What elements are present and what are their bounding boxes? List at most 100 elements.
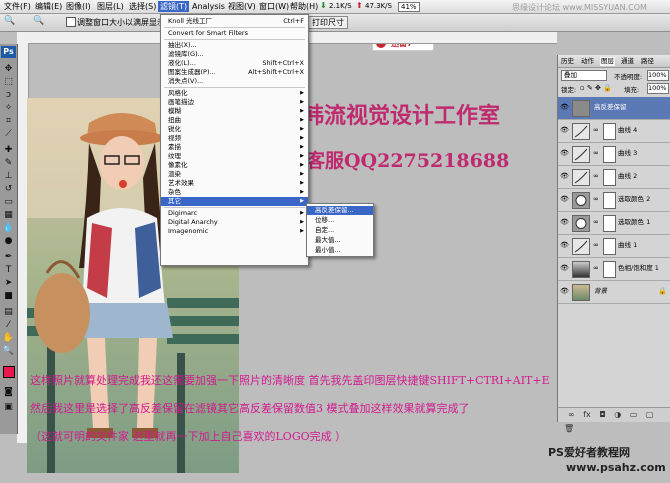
filter-menu-item[interactable]: 液化(L)... Shift+Ctrl+X [161,59,308,68]
zoom-tool-icon[interactable]: 🔍 [2,346,15,357]
filter-menu-item[interactable]: 消失点(V)... [161,77,308,86]
filter-menu-item[interactable]: 像素化 ▶ [161,161,308,170]
filter-menu-item[interactable]: 滤镜库(G)... [161,50,308,59]
submenu-item[interactable]: 位移... [307,216,373,225]
print-size-button[interactable]: 打印尺寸 [308,16,348,29]
submenu-item[interactable]: 最小值... [307,246,373,255]
menu-window[interactable]: 窗口(W) [257,1,291,12]
eye-icon[interactable]: 👁 [560,104,569,111]
filter-menu-item[interactable]: Imagenomic ▶ [161,227,308,236]
filter-menu-item[interactable]: Digimarc ▶ [161,209,308,218]
new-group-icon[interactable]: ▭ [630,410,638,419]
filter-menu-item[interactable]: 抽出(X)... [161,41,308,50]
eye-icon[interactable]: 👁 [560,242,569,249]
layer-row[interactable]: 👁 ∞ 曲线 4 [558,120,670,143]
eye-icon[interactable]: 👁 [560,173,569,180]
submenu-item[interactable]: 自定... [307,226,373,235]
filter-menu-item[interactable]: Digital Anarchy ▶ [161,218,308,227]
mask-link-icon[interactable]: ∞ [593,264,599,272]
eye-icon[interactable]: 👁 [560,196,569,203]
filter-menu-item[interactable]: 画笔描边 ▶ [161,98,308,107]
resize-window-checkbox[interactable] [66,17,76,27]
menu-help[interactable]: 帮助(H) [288,1,320,12]
add-mask-icon[interactable]: ◘ [599,410,605,419]
mask-link-icon[interactable]: ∞ [593,195,599,203]
eye-icon[interactable]: 👁 [560,265,569,272]
quick-mask-icon[interactable]: ◙ [2,387,15,398]
menu-filter[interactable]: 滤镜(T) [158,1,190,12]
layer-row[interactable]: 👁 ∞ 曲线 1 [558,235,670,258]
layer-row[interactable]: 👁 ∞ 色相/饱和度 1 [558,258,670,281]
new-layer-icon[interactable]: ▢ [646,410,654,419]
menu-analysis[interactable]: Analysis [190,1,227,12]
fx-icon[interactable]: fx [583,410,591,419]
foreground-color-swatch[interactable] [3,366,15,378]
tab-channels[interactable]: 通道 [620,57,635,66]
fill-input[interactable]: 100% [647,83,669,94]
gradient-tool-icon[interactable]: ▦ [2,210,15,221]
eye-icon[interactable]: 👁 [560,150,569,157]
filter-menu-item[interactable]: 扭曲 ▶ [161,116,308,125]
eye-icon[interactable]: 👁 [560,127,569,134]
eyedropper-icon[interactable]: ⁄ [2,320,15,331]
menu-select[interactable]: 选择(S) [127,1,158,12]
menu-file[interactable]: 文件(F) [2,1,33,12]
layer-mask-thumbnail[interactable] [603,192,616,209]
notes-tool-icon[interactable]: ▤ [2,307,15,318]
healing-brush-icon[interactable]: ✚ [2,145,15,156]
magic-wand-icon[interactable]: ✧ [2,103,15,114]
filter-menu-item[interactable]: 艺术效果 ▶ [161,179,308,188]
filter-menu-item[interactable]: 其它 ▶ [161,197,308,206]
lock-icons[interactable]: ▫ ✎ ✥ 🔒 [580,84,612,92]
path-selection-icon[interactable]: ➤ [2,278,15,289]
eraser-tool-icon[interactable]: ▭ [2,197,15,208]
pen-tool-icon[interactable]: ✒ [2,252,15,263]
filter-menu-item[interactable]: Convert for Smart Filters [161,29,308,38]
mask-link-icon[interactable]: ∞ [593,218,599,226]
layer-row[interactable]: 👁 ∞ 选取颜色 1 [558,212,670,235]
tab-layers[interactable]: 图层 [600,57,615,66]
blur-tool-icon[interactable]: 💧 [2,223,15,234]
clone-stamp-icon[interactable]: ⊥ [2,171,15,182]
layer-mask-thumbnail[interactable] [603,123,616,140]
tab-actions[interactable]: 动作 [580,57,595,66]
filter-menu-item[interactable]: 图案生成器(P)... Alt+Shift+Ctrl+X [161,68,308,77]
tab-history[interactable]: 历史 [560,57,575,66]
layer-row[interactable]: 👁 ∞ 选取颜色 2 [558,189,670,212]
filter-menu-item[interactable]: 杂色 ▶ [161,188,308,197]
layer-mask-thumbnail[interactable] [603,215,616,232]
lasso-tool-icon[interactable]: ↄ [2,90,15,101]
slice-tool-icon[interactable]: ⟋ [2,129,15,140]
eye-icon[interactable]: 👁 [560,219,569,226]
mask-link-icon[interactable]: ∞ [593,126,599,134]
filter-menu-item[interactable]: 渲染 ▶ [161,170,308,179]
menu-image[interactable]: 图像(I) [64,1,93,12]
crop-tool-icon[interactable]: ⌗ [2,116,15,127]
tab-paths[interactable]: 路径 [640,57,655,66]
marquee-tool-icon[interactable]: ⬚ [2,77,15,88]
layer-row[interactable]: 👁 背景 🔒 [558,281,670,304]
layer-mask-thumbnail[interactable] [603,238,616,255]
zoom-tool-icon[interactable]: 🔍 [4,16,15,26]
mask-link-icon[interactable]: ∞ [593,241,599,249]
filter-menu-item[interactable]: 纹理 ▶ [161,152,308,161]
zoom-readout[interactable]: 41% [398,2,420,12]
filter-menu-item[interactable]: 锐化 ▶ [161,125,308,134]
eye-icon[interactable]: 👁 [560,288,569,295]
layer-row[interactable]: 👁 ∞ 曲线 3 [558,143,670,166]
screen-mode-icon[interactable]: ▣ [2,402,15,413]
submenu-item[interactable]: 最大值... [307,236,373,245]
menu-edit[interactable]: 编辑(E) [33,1,64,12]
mask-link-icon[interactable]: ∞ [593,149,599,157]
move-tool-icon[interactable]: ✥ [2,64,15,75]
layer-mask-thumbnail[interactable] [603,169,616,186]
type-tool-icon[interactable]: T [2,265,15,276]
history-brush-icon[interactable]: ↺ [2,184,15,195]
submenu-item-high-pass[interactable]: 高反差保留... [307,206,373,215]
filter-menu-item[interactable]: Knoll 光线工厂 Ctrl+F [161,17,308,26]
filter-menu-item[interactable]: 素描 ▶ [161,143,308,152]
layer-mask-thumbnail[interactable] [603,261,616,278]
delete-layer-icon[interactable]: 🗑 [564,424,574,433]
filter-menu-item[interactable]: 风格化 ▶ [161,89,308,98]
blend-mode-select[interactable]: 叠加 [561,70,607,81]
